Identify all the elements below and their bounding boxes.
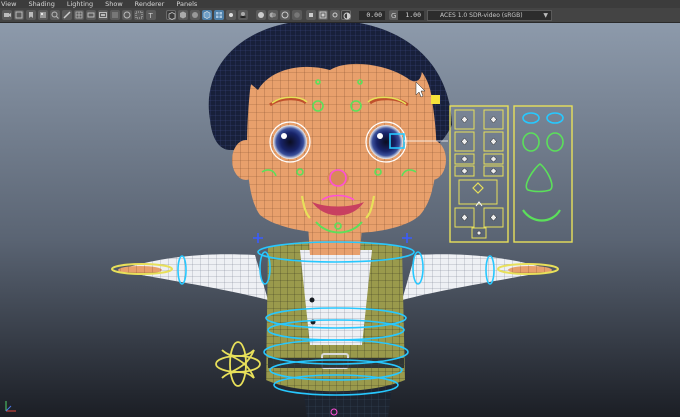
menu-lighting[interactable]: Lighting <box>67 0 93 8</box>
camera-attributes-icon[interactable] <box>14 10 24 20</box>
wireframe-icon[interactable] <box>166 10 176 20</box>
chevron-down-icon: ▼ <box>543 12 548 19</box>
maya-viewport-window: View Shading Lighting Show Renderer Pane… <box>0 0 680 417</box>
left-eye-highlight <box>281 133 287 139</box>
menu-view[interactable]: View <box>1 0 16 8</box>
field-chart-icon[interactable] <box>122 10 132 20</box>
menu-renderer[interactable]: Renderer <box>135 0 165 8</box>
film-gate-icon[interactable] <box>86 10 96 20</box>
safe-title-icon[interactable]: T <box>146 10 156 20</box>
exposure-icon[interactable] <box>341 10 351 20</box>
smooth-shade-icon[interactable] <box>178 10 188 20</box>
xray-icon[interactable] <box>318 10 328 20</box>
view-transform-dropdown[interactable]: ACES 1.0 SDR-video (sRGB) ▼ <box>427 10 552 21</box>
left-eye[interactable] <box>273 125 307 159</box>
wireframe-on-shaded-icon[interactable] <box>202 10 212 20</box>
shadows-icon[interactable] <box>238 10 248 20</box>
select-camera-icon[interactable] <box>2 10 12 20</box>
right-eye[interactable] <box>369 125 403 159</box>
svg-text:G: G <box>391 12 396 20</box>
panel-menu-bar: View Shading Lighting Show Renderer Pane… <box>0 0 680 8</box>
motion-blur-icon[interactable] <box>268 10 278 20</box>
multisample-aa-icon[interactable] <box>280 10 290 20</box>
svg-text:T: T <box>148 12 154 20</box>
image-plane-icon[interactable] <box>38 10 48 20</box>
2d-pan-zoom-icon[interactable] <box>50 10 60 20</box>
screen-space-ao-icon[interactable] <box>256 10 266 20</box>
depth-of-field-icon[interactable] <box>292 10 302 20</box>
use-all-lights-icon[interactable] <box>226 10 236 20</box>
menu-panels[interactable]: Panels <box>176 0 197 8</box>
isolate-select-icon[interactable] <box>306 10 316 20</box>
gamma-field[interactable]: 1.00 <box>398 11 424 20</box>
menu-shading[interactable]: Shading <box>28 0 54 8</box>
resolution-gate-icon[interactable] <box>98 10 108 20</box>
exposure-field[interactable]: 0.00 <box>359 11 385 20</box>
menu-show[interactable]: Show <box>105 0 123 8</box>
panel-toolbar: T 0.00 G 1.00 ACES 1.0 SDR-video (sRGB) … <box>0 8 680 23</box>
right-eye-highlight <box>377 133 383 139</box>
torso-mesh[interactable] <box>266 240 405 392</box>
xray-joints-icon[interactable] <box>330 10 340 20</box>
bookmarks-icon[interactable] <box>26 10 36 20</box>
3d-viewport[interactable] <box>0 19 680 417</box>
textured-icon[interactable] <box>214 10 224 20</box>
gate-mask-icon[interactable] <box>110 10 120 20</box>
grease-pencil-icon[interactable] <box>62 10 72 20</box>
view-transform-value: ACES 1.0 SDR-video (sRGB) <box>440 12 523 19</box>
default-material-icon[interactable] <box>190 10 200 20</box>
grid-icon[interactable] <box>74 10 84 20</box>
safe-action-icon[interactable] <box>134 10 144 20</box>
